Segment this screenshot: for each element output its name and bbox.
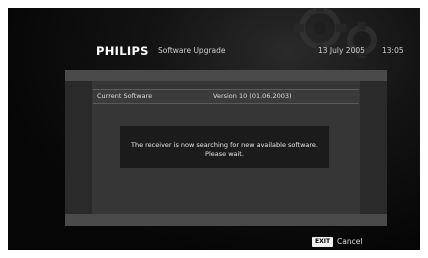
- screen-title: Software Upgrade: [158, 46, 226, 55]
- panel-right-edge: [360, 81, 387, 214]
- status-message-line2: Please wait.: [205, 150, 244, 158]
- status-message-line1: The receiver is now searching for new av…: [131, 141, 318, 149]
- content-panel: Current Software Version 10 (01.06.2003)…: [65, 81, 387, 214]
- status-message-box: The receiver is now searching for new av…: [120, 126, 329, 168]
- brand-logo: PHILIPS: [96, 44, 149, 58]
- date-display: 13 July 2005: [318, 46, 365, 55]
- current-software-value: Version 10 (01.06.2003): [213, 92, 292, 100]
- cancel-label: Cancel: [337, 237, 363, 246]
- tv-screen: PHILIPS Software Upgrade 13 July 2005 13…: [8, 8, 420, 250]
- time-display: 13:05: [382, 46, 404, 55]
- panel-left-edge: [65, 81, 92, 214]
- current-software-label: Current Software: [97, 92, 153, 100]
- header: PHILIPS Software Upgrade 13 July 2005 13…: [96, 44, 404, 62]
- exit-key-badge[interactable]: EXIT: [312, 237, 334, 247]
- current-software-row: Current Software Version 10 (01.06.2003): [93, 89, 359, 104]
- top-bar: [65, 70, 387, 81]
- bottom-bar: [65, 214, 387, 226]
